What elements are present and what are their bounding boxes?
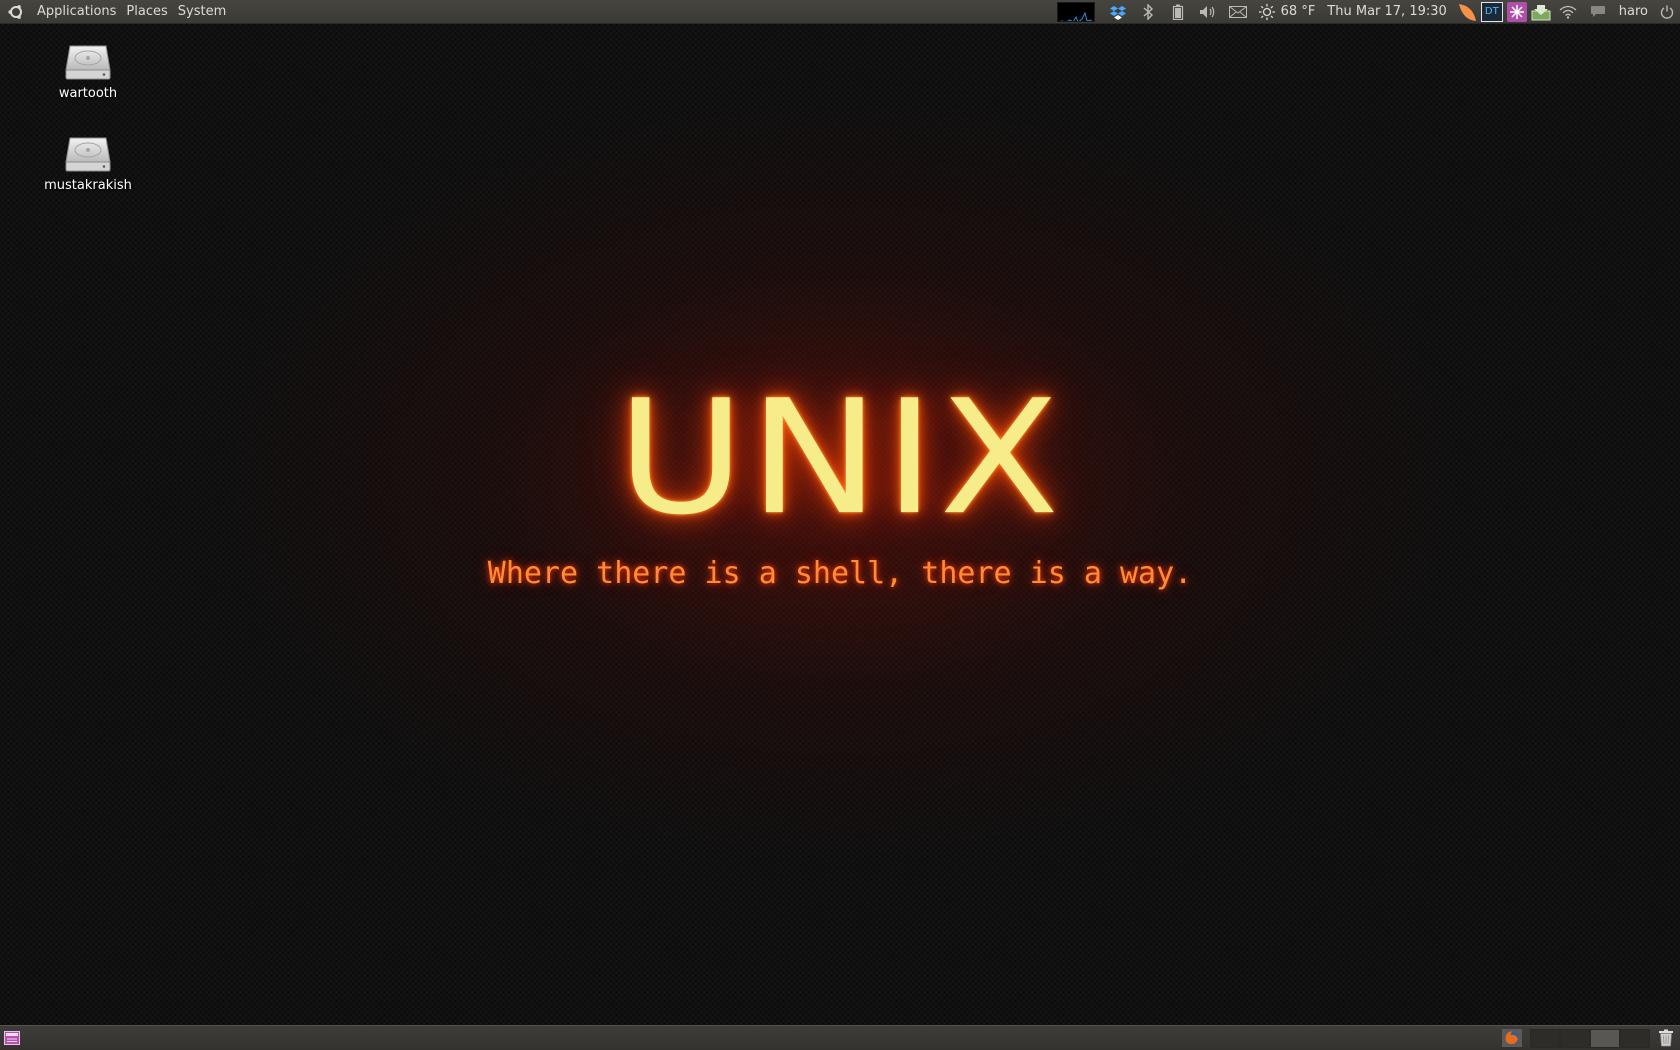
desktop-icon-label: mustakrakish [44,178,132,193]
desktop-icon-label: wartooth [58,86,118,101]
top-panel: Applications Places System 68 °F Thu Mar… [0,0,1680,24]
pink-applet-icon[interactable] [1506,1,1527,22]
volume-icon[interactable] [1193,0,1223,23]
show-desktop-icon[interactable] [4,1031,20,1045]
user-name[interactable]: haro [1613,4,1654,19]
drive-icon [65,45,111,80]
top-panel-right: 68 °F Thu Mar 17, 19:30 DT haro [1056,0,1680,23]
drive-icon [65,137,111,172]
weather-applet[interactable]: 68 °F [1253,3,1322,20]
menu-places[interactable]: Places [121,0,172,23]
wallpaper-tagline: Where there is a shell, there is a way. [487,556,1193,591]
system-monitor-icon[interactable] [1056,1,1095,22]
workspace-4[interactable] [1620,1028,1650,1048]
desktop-icon-mustakrakish[interactable]: mustakrakish [28,134,148,193]
desktop[interactable]: wartooth mustakrakish UNIX Where there i… [0,24,1680,1025]
clock[interactable]: Thu Mar 17, 19:30 [1321,4,1452,19]
weather-temperature: 68 °F [1280,4,1316,19]
dropbox-icon[interactable] [1103,0,1133,23]
top-panel-left: Applications Places System [0,0,231,23]
moon-applet-icon[interactable] [1453,0,1479,23]
workspace-switcher [1530,1028,1650,1048]
workspace-1[interactable] [1530,1028,1560,1048]
trash-icon[interactable] [1656,1028,1676,1048]
power-icon[interactable] [1654,0,1680,23]
bottom-panel [0,1025,1680,1050]
chat-icon[interactable] [1583,0,1613,23]
weather-sun-icon [1258,3,1275,20]
bottom-panel-right [1498,1026,1680,1050]
workspace-3[interactable] [1590,1028,1620,1048]
ubuntu-logo-icon[interactable] [6,2,26,22]
workspace-2[interactable] [1560,1028,1590,1048]
bluetooth-icon[interactable] [1133,0,1163,23]
wifi-icon[interactable] [1553,0,1583,23]
menu-applications[interactable]: Applications [32,0,121,23]
download-applet-icon[interactable] [1531,2,1551,22]
mail-icon[interactable] [1223,0,1253,23]
firefox-icon[interactable] [1498,1026,1526,1050]
wallpaper-title: UNIX [616,367,1064,550]
battery-icon[interactable] [1163,0,1193,23]
desktop-icon-wartooth[interactable]: wartooth [28,42,148,101]
menu-system[interactable]: System [173,0,231,23]
dt-applet-icon[interactable]: DT [1480,1,1503,22]
